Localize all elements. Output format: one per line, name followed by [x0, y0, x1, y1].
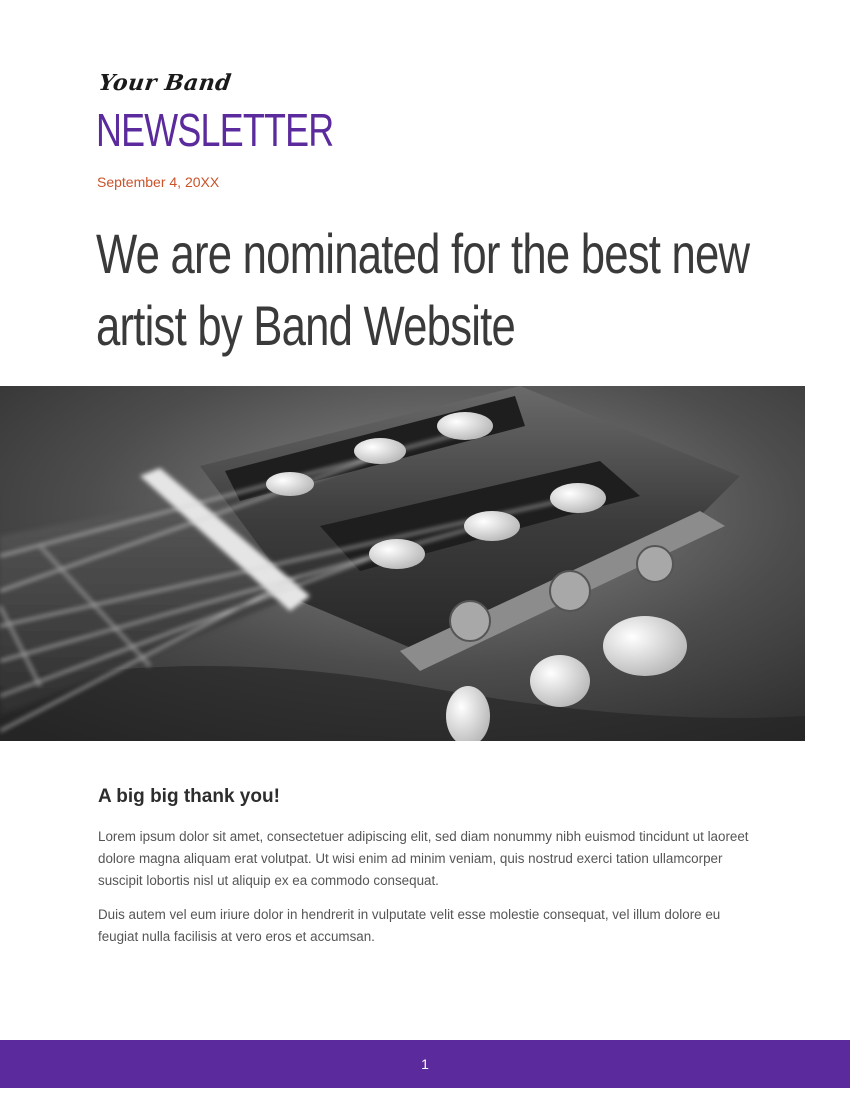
band-name-logo: Your Band [97, 70, 234, 96]
section-heading: A big big thank you! [98, 786, 280, 807]
issue-date: September 4, 20XX [97, 174, 220, 190]
page-number: 1 [421, 1056, 429, 1072]
body-paragraph-1: Lorem ipsum dolor sit amet, consectetuer… [98, 829, 749, 888]
newsletter-masthead: NEWSLETTER [96, 104, 334, 156]
body-paragraph-2: Duis autem vel eum iriure dolor in hendr… [98, 907, 721, 944]
article-headline: We are nominated for the best new artist… [96, 222, 750, 357]
footer-bar: 1 [0, 1040, 850, 1088]
guitar-headstock-photo [0, 386, 805, 741]
